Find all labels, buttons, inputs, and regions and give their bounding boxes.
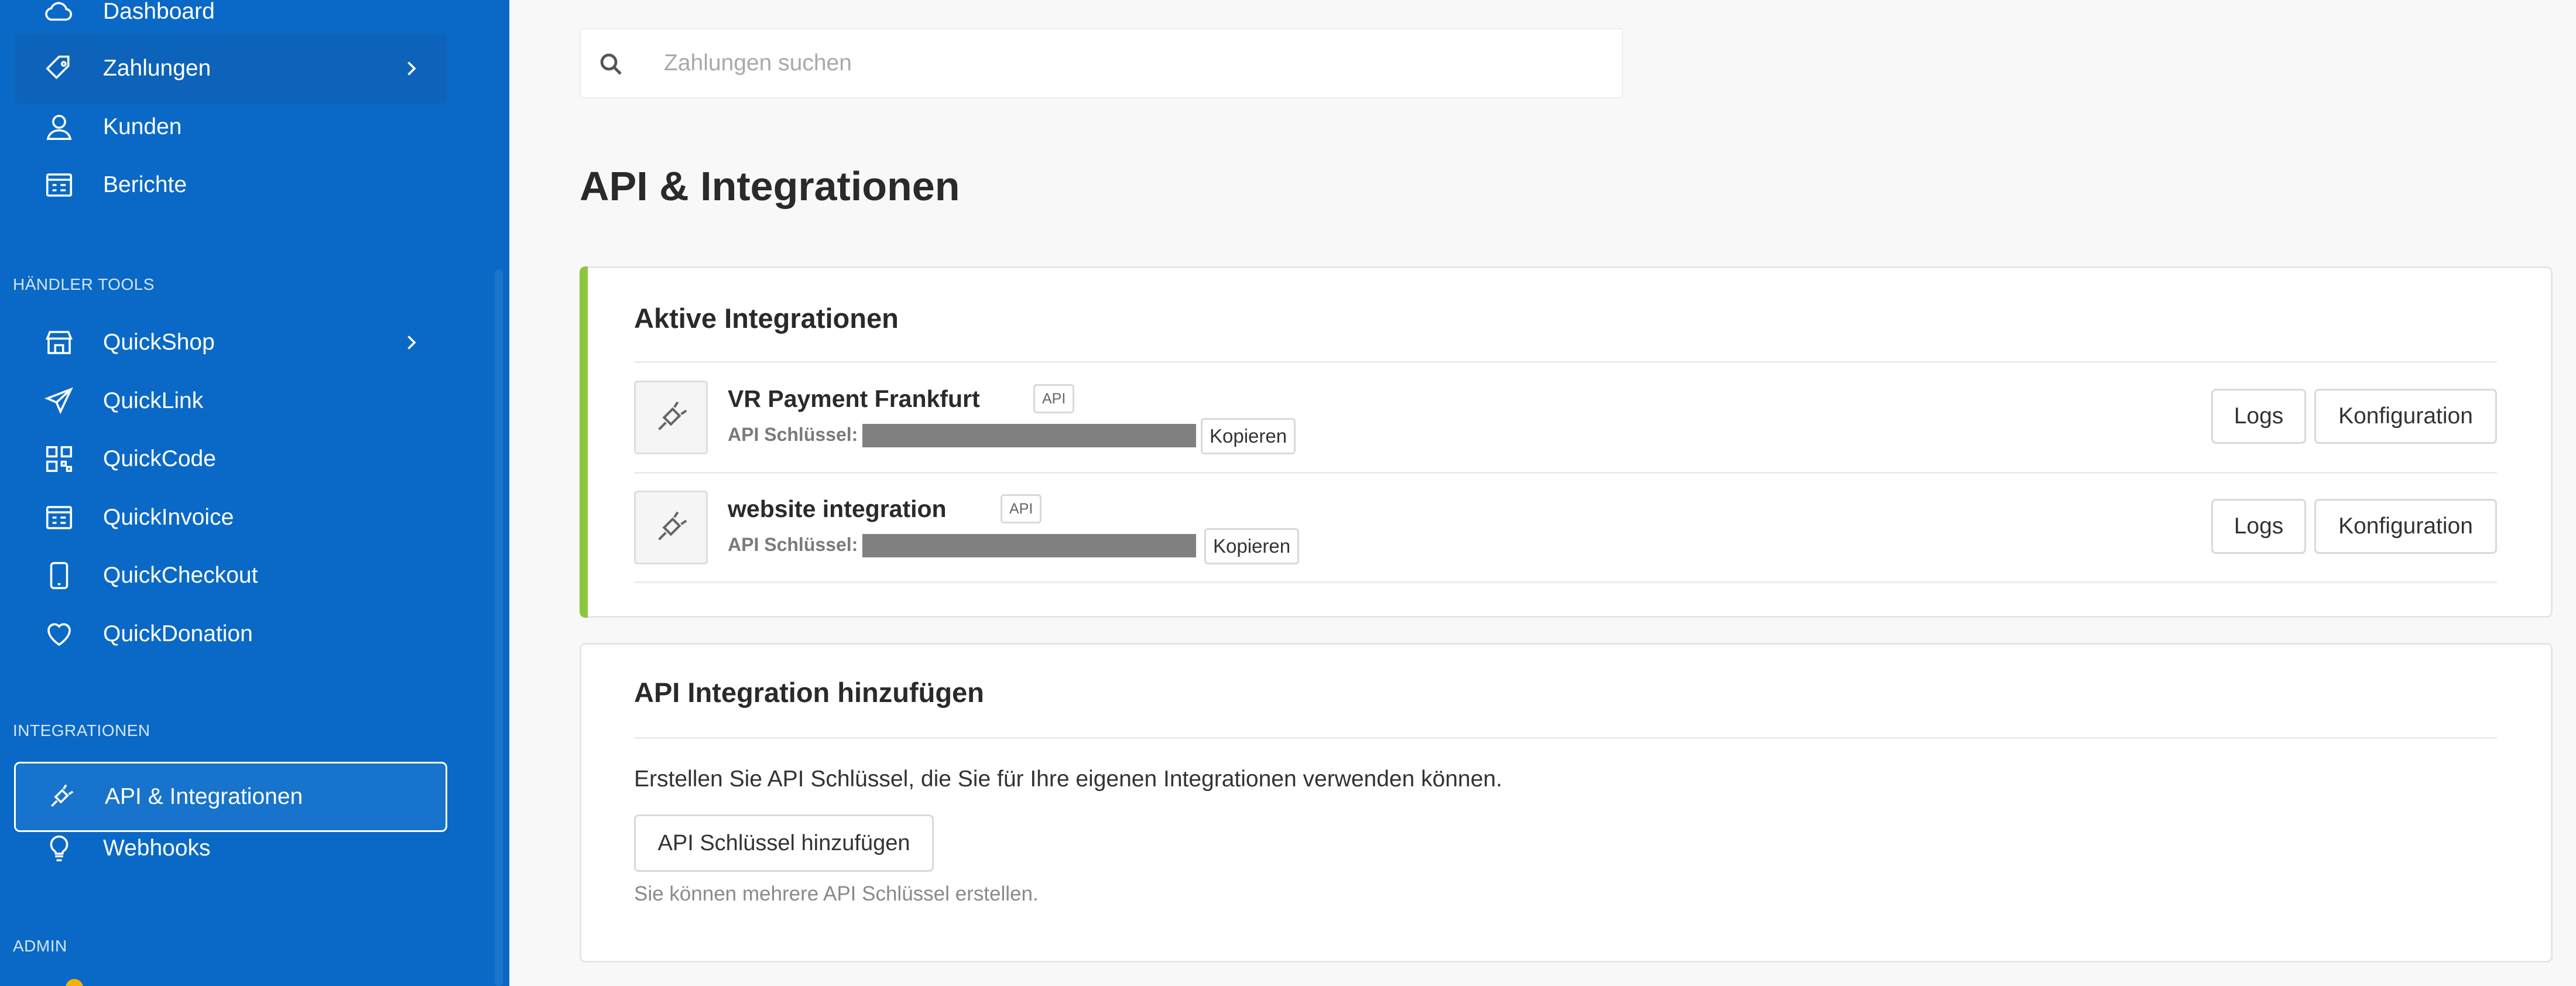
cloud-icon (43, 0, 75, 28)
add-integration-description: Erstellen Sie API Schlüssel, die Sie für… (634, 766, 1502, 792)
qr-code-icon (43, 443, 75, 475)
section-heading-admin: ADMIN (13, 937, 67, 955)
sidebar-item-label: QuickCheckout (103, 563, 258, 588)
plug-icon (634, 491, 708, 564)
section-heading-tools: HÄNDLER TOOLS (13, 275, 155, 293)
api-key-value-redacted (862, 424, 1196, 447)
integration-name: VR Payment Frankfurt (728, 385, 980, 412)
chevron-right-icon (400, 332, 422, 353)
add-integration-card: API Integration hinzufügen Erstellen Sie… (580, 643, 2553, 963)
sidebar-item-label: Zahlungen (103, 56, 211, 81)
api-key-label: API Schlüssel: (728, 424, 858, 445)
page-title: API & Integrationen (580, 163, 960, 209)
integration-row: VR Payment Frankfurt API API Schlüssel: … (634, 363, 2497, 472)
add-integration-hint: Sie können mehrere API Schlüssel erstell… (634, 882, 1039, 905)
user-icon (43, 111, 75, 143)
card-title: Aktive Integrationen (634, 303, 899, 334)
sidebar-item-label: QuickShop (103, 330, 215, 355)
sidebar-item-label: Dashboard (103, 0, 215, 24)
invoice-icon (43, 502, 75, 533)
api-key-label: API Schlüssel: (728, 534, 858, 555)
copy-button[interactable]: Kopieren (1201, 418, 1296, 454)
sidebar-item-quickdonation[interactable]: QuickDonation (14, 599, 447, 669)
logs-button[interactable]: Logs (2211, 499, 2306, 554)
plug-icon (45, 781, 77, 813)
sidebar-item-webhooks[interactable]: Webhooks (14, 813, 447, 884)
sidebar-item-berichte[interactable]: Berichte (14, 150, 447, 220)
sidebar-item-label: QuickCode (103, 446, 216, 471)
sidebar: Dashboard Zahlungen Kunden Berichte HÄND… (0, 0, 509, 986)
sidebar-item-label: API & Integrationen (105, 784, 303, 809)
search-icon (597, 50, 625, 78)
search-box (580, 28, 1623, 98)
configuration-button[interactable]: Konfiguration (2314, 389, 2497, 444)
search-input[interactable] (664, 29, 1601, 97)
add-api-key-button[interactable]: API Schlüssel hinzufügen (634, 814, 934, 872)
card-accent-bar (580, 266, 588, 618)
report-icon (43, 169, 75, 201)
sidebar-item-label: QuickDonation (103, 621, 253, 646)
heart-icon (43, 618, 75, 650)
divider (634, 737, 2497, 739)
api-key-value-redacted (862, 534, 1196, 557)
paper-plane-icon (43, 385, 75, 417)
chevron-right-icon (400, 58, 422, 79)
sidebar-item-label: Webhooks (103, 836, 211, 861)
logs-button[interactable]: Logs (2211, 389, 2306, 444)
integration-row: website integration API API Schlüssel: K… (634, 473, 2497, 582)
api-badge: API (1033, 384, 1075, 413)
sidebar-scrollbar[interactable] (495, 269, 503, 986)
lightbulb-icon (43, 833, 75, 864)
sidebar-item-label: QuickLink (103, 388, 204, 413)
divider (634, 581, 2497, 583)
admin-avatar-icon (66, 979, 83, 986)
sidebar-item-label: QuickInvoice (103, 505, 234, 530)
tag-icon (43, 53, 75, 84)
sidebar-item-label: Berichte (103, 172, 187, 197)
card-title: API Integration hinzufügen (634, 677, 984, 708)
active-integrations-card: Aktive Integrationen VR Payment Frankfur… (580, 266, 2553, 618)
configuration-button[interactable]: Konfiguration (2314, 499, 2497, 554)
section-heading-integrations: INTEGRATIONEN (13, 721, 150, 739)
plug-icon (634, 381, 708, 454)
copy-button[interactable]: Kopieren (1204, 528, 1300, 564)
mobile-icon (43, 560, 75, 591)
integration-name: website integration (728, 495, 947, 522)
store-icon (43, 327, 75, 358)
api-badge: API (1001, 494, 1042, 523)
sidebar-item-label: Kunden (103, 114, 182, 139)
